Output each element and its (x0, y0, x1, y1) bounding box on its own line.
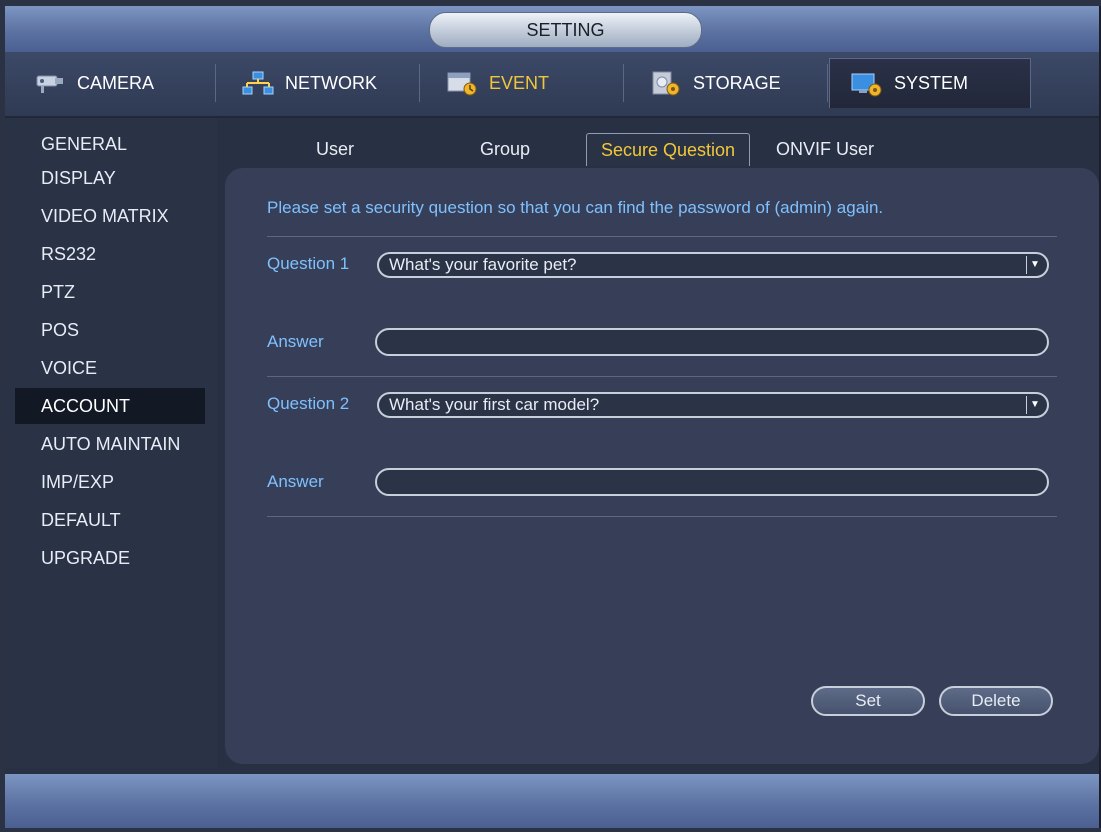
event-icon (447, 72, 477, 96)
settings-window: SETTING CAMERA NETWORK EVENT STORAGE SYS… (5, 6, 1101, 828)
security-notice: Please set a security question so that y… (267, 198, 884, 217)
answer-2-field[interactable] (375, 468, 1049, 496)
sidebar-item-display[interactable]: DISPLAY (15, 160, 205, 196)
answer-1-label: Answer (267, 332, 324, 351)
divider (267, 516, 1057, 517)
sidebar-item-default[interactable]: DEFAULT (15, 502, 205, 538)
sidebar-item-video-matrix[interactable]: VIDEO MATRIX (15, 198, 205, 234)
camera-icon (36, 75, 63, 93)
window-frame: SETTING CAMERA NETWORK EVENT STORAGE SYS… (0, 0, 1101, 832)
window-title: SETTING (429, 12, 702, 48)
question-2-label: Question 2 (267, 394, 350, 413)
tab-label: SYSTEM (894, 73, 969, 93)
tab-separator (623, 64, 624, 102)
sidebar-item-ptz[interactable]: PTZ (15, 274, 205, 310)
question-1-label: Question 1 (267, 254, 350, 273)
subtab-user[interactable]: User (305, 133, 365, 165)
title-bar: SETTING (5, 6, 1099, 52)
tab-network[interactable]: NETWORK (221, 58, 417, 108)
set-button[interactable]: Set (811, 686, 925, 716)
question-1-value: What's your favorite pet? (389, 255, 577, 274)
question-2-select[interactable]: What's your first car model? ▼ (377, 392, 1049, 418)
network-icon (242, 71, 274, 95)
sidebar: GENERAL DISPLAY VIDEO MATRIX RS232 PTZ P… (5, 118, 217, 768)
secure-question-panel: Please set a security question so that y… (225, 168, 1099, 764)
sidebar-item-general[interactable]: GENERAL (15, 126, 205, 162)
sidebar-item-upgrade[interactable]: UPGRADE (15, 540, 205, 576)
question-1-select[interactable]: What's your favorite pet? ▼ (377, 252, 1049, 278)
sidebar-item-imp-exp[interactable]: IMP/EXP (15, 464, 205, 500)
answer-1-field[interactable] (375, 328, 1049, 356)
tab-label: EVENT (489, 72, 550, 93)
sidebar-item-pos[interactable]: POS (15, 312, 205, 348)
sidebar-item-voice[interactable]: VOICE (15, 350, 205, 386)
sidebar-item-auto-maintain[interactable]: AUTO MAINTAIN (15, 426, 205, 462)
subtab-secure-question[interactable]: Secure Question (586, 133, 750, 166)
system-icon (851, 73, 882, 96)
chevron-down-icon[interactable]: ▼ (1026, 396, 1043, 414)
divider (267, 376, 1057, 377)
subtab-onvif-user[interactable]: ONVIF User (765, 133, 885, 165)
chevron-down-icon[interactable]: ▼ (1026, 256, 1043, 274)
tab-camera[interactable]: CAMERA (13, 58, 209, 108)
tab-storage[interactable]: STORAGE (629, 58, 825, 108)
divider (267, 236, 1057, 237)
subtab-group[interactable]: Group (465, 133, 545, 165)
tab-label: CAMERA (77, 72, 155, 93)
tab-label: STORAGE (693, 72, 781, 93)
tab-label: NETWORK (285, 72, 377, 93)
question-2-value: What's your first car model? (389, 395, 600, 414)
tab-separator (419, 64, 420, 102)
tab-system[interactable]: SYSTEM (829, 58, 1031, 108)
tab-separator (215, 64, 216, 102)
storage-icon (652, 71, 680, 96)
sidebar-item-account[interactable]: ACCOUNT (15, 388, 205, 424)
sidebar-item-rs232[interactable]: RS232 (15, 236, 205, 272)
tab-separator (827, 64, 828, 102)
answer-2-label: Answer (267, 472, 324, 491)
tab-event[interactable]: EVENT (425, 58, 621, 108)
delete-button[interactable]: Delete (939, 686, 1053, 716)
bottom-bar (5, 774, 1099, 828)
main-tab-bar: CAMERA NETWORK EVENT STORAGE SYSTEM (5, 52, 1099, 118)
